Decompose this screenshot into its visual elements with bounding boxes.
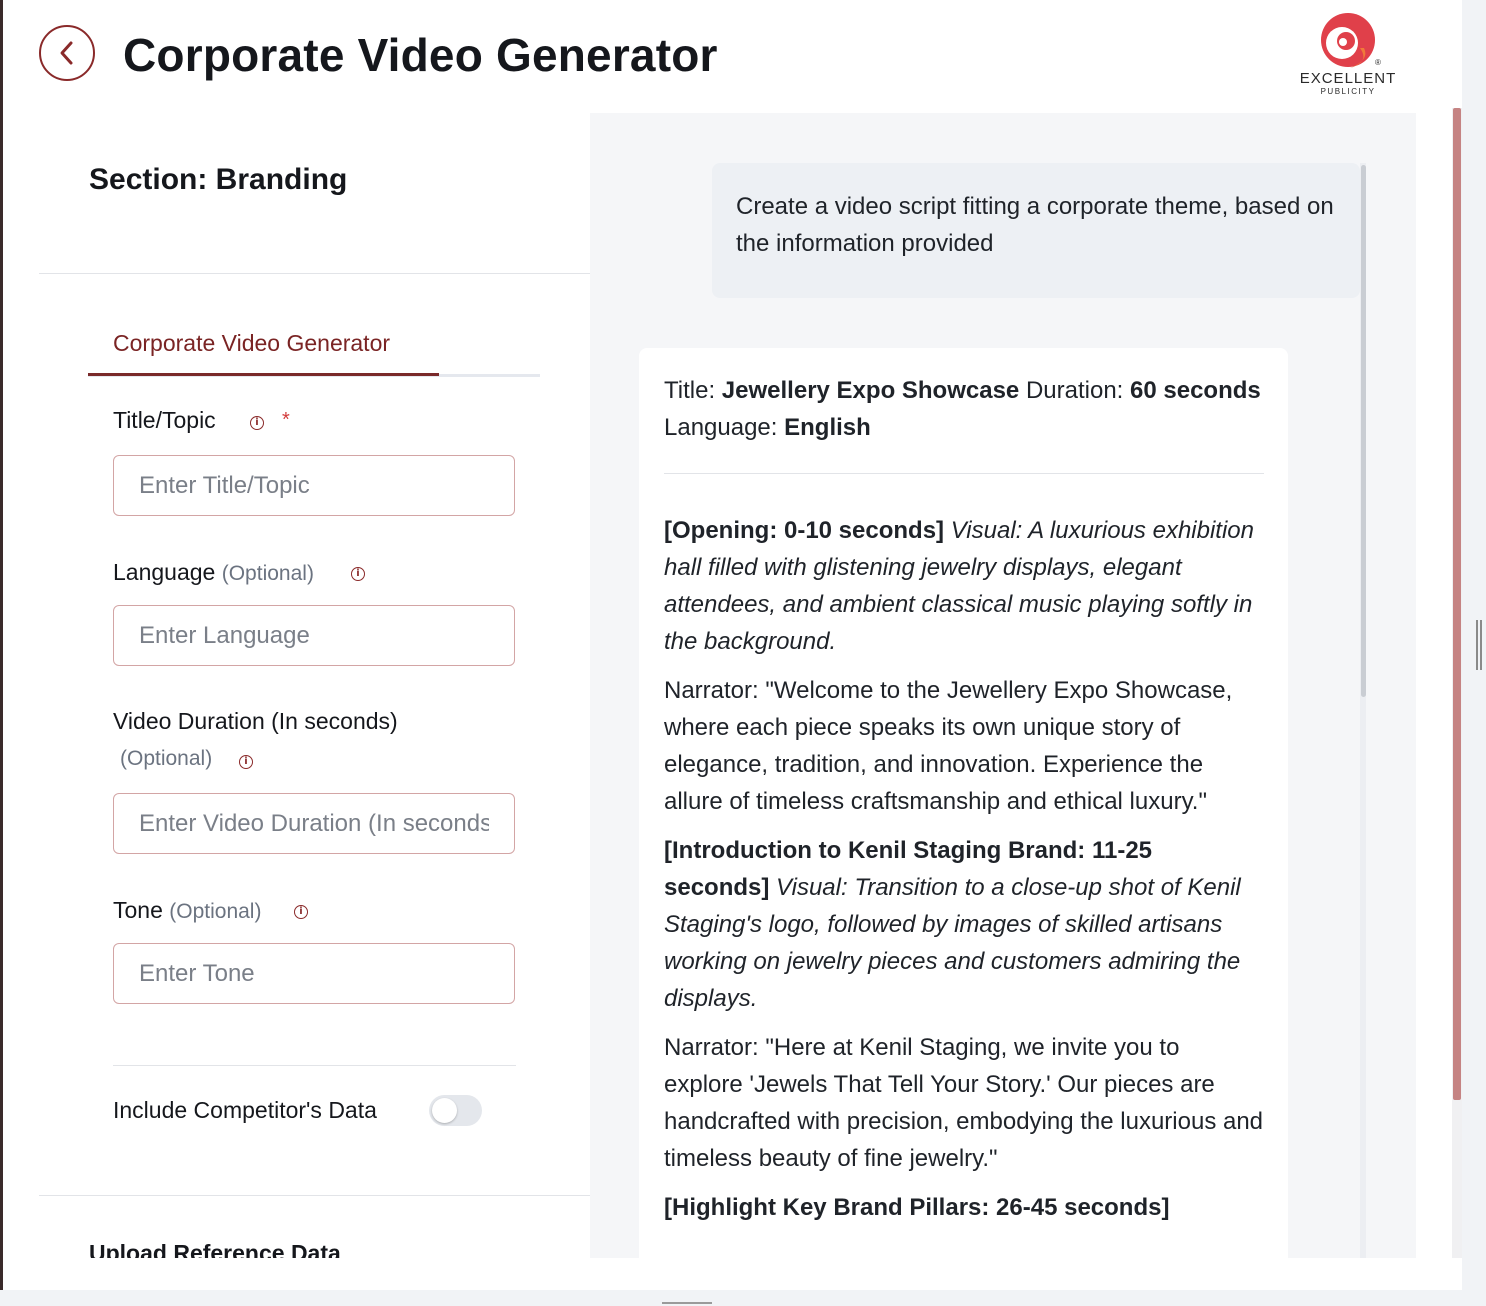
divider	[39, 1195, 590, 1196]
pillars-heading: [Highlight Key Brand Pillars: 26-45 seco…	[664, 1194, 1170, 1221]
toggle-knob	[432, 1098, 457, 1123]
output-scrollbar-thumb[interactable]	[1361, 165, 1366, 697]
video-duration-label: Video Duration (In seconds)	[113, 708, 398, 734]
divider	[39, 273, 590, 274]
language-label-text: Language	[113, 559, 216, 585]
optional-tag: (Optional)	[169, 900, 262, 923]
introduction-narration: Narrator: "Here at Kenil Staging, we inv…	[664, 1034, 1264, 1172]
meta-title-label: Title:	[664, 377, 716, 404]
title-topic-label: Title/Topic	[113, 407, 216, 433]
opening-narration: Narrator: "Welcome to the Jewellery Expo…	[664, 677, 1233, 815]
info-icon[interactable]: i	[239, 755, 253, 769]
bottom-indicator	[662, 1302, 712, 1304]
language-label: Language (Optional)	[113, 559, 314, 586]
meta-duration-value: 60 seconds	[1130, 377, 1261, 404]
meta-duration-label: Duration:	[1025, 377, 1124, 404]
upload-reference-label: Upload Reference Data	[89, 1240, 341, 1258]
opening-heading: [Opening: 0-10 seconds]	[664, 517, 945, 544]
page-scrollbar-thumb[interactable]	[1453, 108, 1461, 1100]
video-duration-input[interactable]	[113, 793, 515, 854]
back-button[interactable]	[39, 25, 95, 81]
tone-input[interactable]	[113, 943, 515, 1004]
logo-name: EXCELLENT	[1299, 70, 1397, 87]
prompt-bubble: Create a video script fitting a corporat…	[712, 163, 1360, 298]
page-title: Corporate Video Generator	[123, 29, 718, 81]
competitor-data-label: Include Competitor's Data	[113, 1097, 377, 1123]
window-edge	[0, 0, 3, 1290]
divider	[113, 1065, 516, 1066]
chevron-left-icon	[60, 41, 73, 65]
competitor-data-toggle[interactable]	[429, 1095, 482, 1126]
response-meta: Title: Jewellery Expo Showcase Duration:…	[664, 372, 1264, 446]
meta-language-label: Language:	[664, 414, 778, 441]
info-icon[interactable]: i	[351, 567, 365, 581]
meta-title-value: Jewellery Expo Showcase	[721, 377, 1020, 404]
info-icon[interactable]: i	[294, 905, 308, 919]
optional-tag: (Optional)	[120, 747, 213, 770]
resize-grip-icon[interactable]	[1476, 620, 1482, 670]
excellent-publicity-logo: ® EXCELLENT PUBLICITY	[1290, 12, 1410, 98]
output-panel: Create a video script fitting a corporat…	[590, 113, 1416, 1258]
info-icon[interactable]: i	[250, 416, 264, 430]
title-topic-input[interactable]	[113, 455, 515, 516]
response-card: Title: Jewellery Expo Showcase Duration:…	[639, 348, 1288, 1258]
tone-label-text: Tone	[113, 897, 163, 923]
tab-corporate-video-generator[interactable]: Corporate Video Generator	[113, 330, 390, 357]
registered-mark: ®	[1375, 58, 1381, 67]
language-input[interactable]	[113, 605, 515, 666]
introduction-block: [Introduction to Kenil Staging Brand: 11…	[664, 832, 1264, 1017]
meta-language-value: English	[784, 414, 871, 441]
opening-block: [Opening: 0-10 seconds] Visual: A luxuri…	[664, 512, 1264, 660]
response-divider	[664, 473, 1264, 474]
tab-active-indicator	[88, 373, 439, 376]
section-title: Section: Branding	[89, 163, 348, 196]
logo-subtitle: PUBLICITY	[1320, 87, 1376, 96]
swirl-logo-icon	[1321, 13, 1375, 68]
pillars-block: [Highlight Key Brand Pillars: 26-45 seco…	[664, 1189, 1264, 1226]
required-marker: *	[282, 409, 290, 431]
optional-tag: (Optional)	[221, 562, 314, 585]
tone-label: Tone (Optional)	[113, 897, 261, 924]
